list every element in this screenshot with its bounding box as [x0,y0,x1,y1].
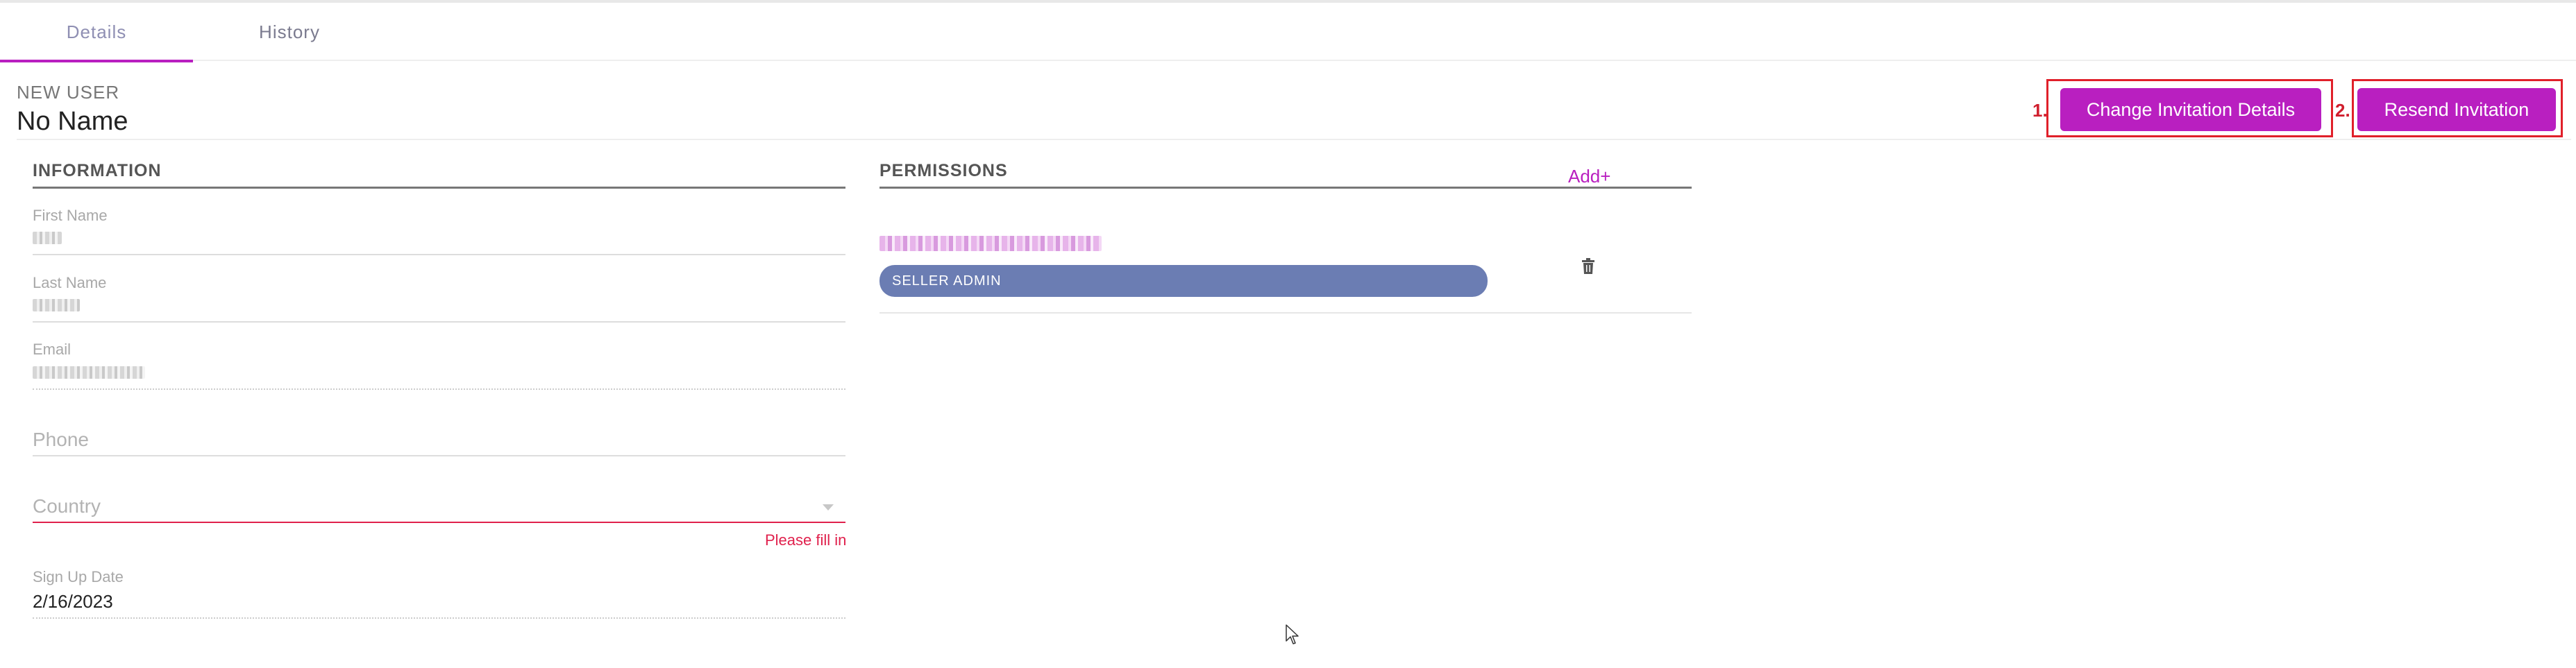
country-placeholder: Country [33,495,101,517]
country-underline [33,522,845,523]
permissions-section-title: PERMISSIONS [879,161,1008,180]
phone-placeholder: Phone [33,429,89,450]
signup-date-underline [33,617,845,619]
change-invitation-details-button[interactable]: Change Invitation Details [2060,88,2321,131]
tab-details-label: Details [66,21,127,42]
role-badge: SELLER ADMIN [879,265,1488,297]
active-tab-indicator [0,60,193,62]
last-name-underline [33,321,845,323]
signup-date-label: Sign Up Date [33,568,124,585]
first-name-label: First Name [33,207,108,224]
last-name-value-redacted [33,299,80,311]
first-name-underline [33,254,845,255]
tab-history-label: History [259,21,320,42]
first-name-value-redacted [33,232,62,244]
tab-history[interactable]: History [193,3,386,61]
tab-bar: Details History [0,3,2576,62]
annotation-number-1: 1. [2032,100,2048,121]
last-name-label: Last Name [33,274,107,291]
signup-date-value: 2/16/2023 [33,591,113,612]
email-value-redacted [33,366,145,379]
phone-underline [33,455,845,456]
permission-account-redacted [879,236,1102,251]
resend-invitation-button[interactable]: Resend Invitation [2357,88,2556,131]
permission-row-divider [879,312,1692,314]
page-subtitle: NEW USER [17,82,120,103]
page-title: No Name [17,107,128,136]
permissions-section-divider [879,187,1692,189]
information-section-divider [33,187,845,189]
annotation-number-2: 2. [2335,100,2350,121]
tab-details[interactable]: Details [0,3,193,62]
email-label: Email [33,341,71,358]
header-divider [17,139,2571,140]
country-error-message: Please fill in [765,531,847,549]
add-permission-link[interactable]: Add+ [1568,166,1610,187]
chevron-down-icon[interactable] [823,504,834,511]
trash-icon[interactable] [1581,258,1595,275]
email-underline [33,388,845,390]
mouse-cursor-icon [1286,624,1299,644]
information-section-title: INFORMATION [33,161,162,180]
